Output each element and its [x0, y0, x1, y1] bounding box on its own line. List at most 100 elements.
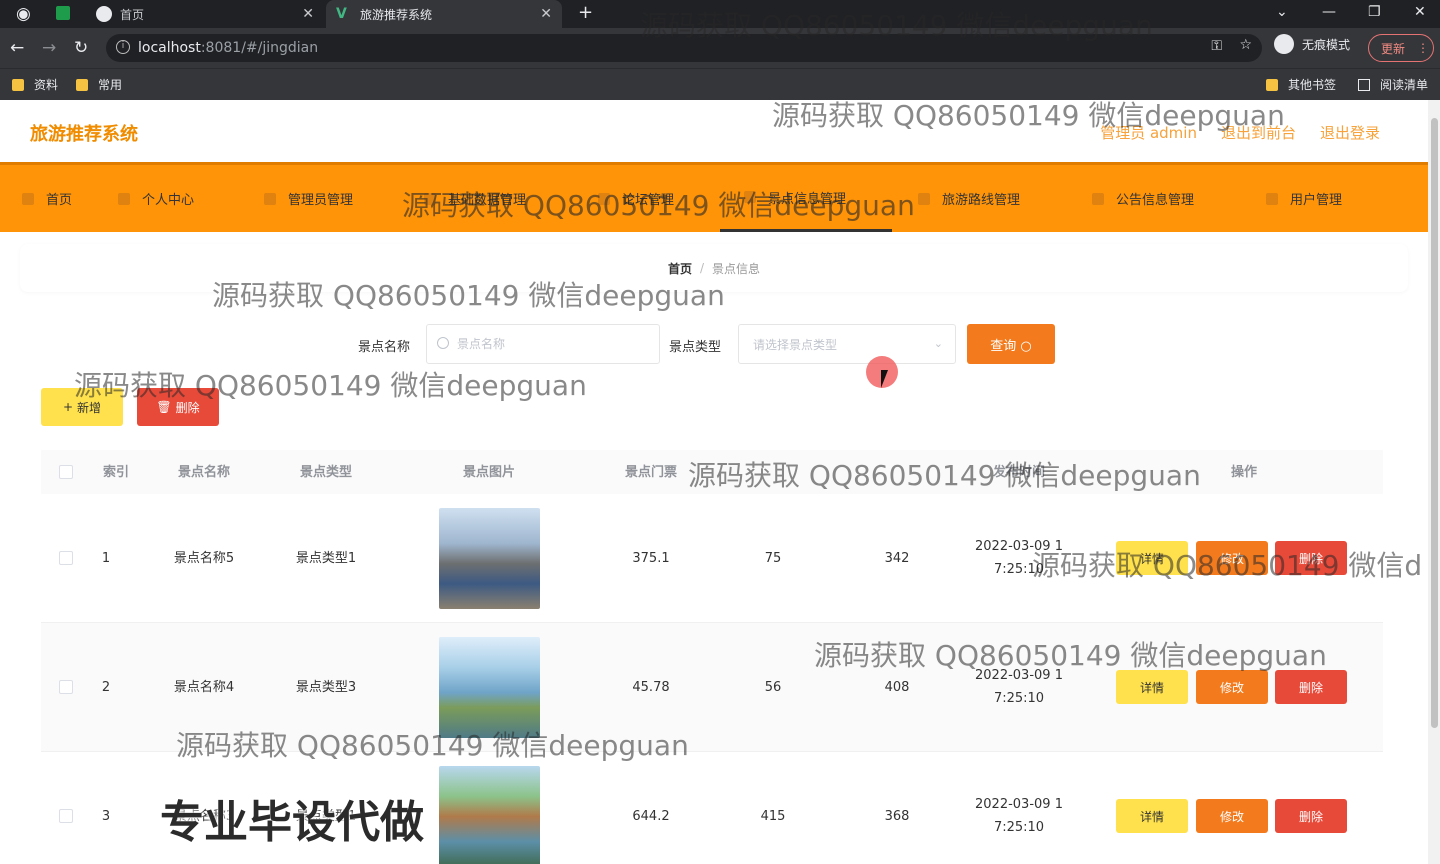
row-checkbox[interactable]	[59, 809, 73, 823]
nav-scenic-info[interactable]: 景点信息管理	[720, 165, 892, 232]
delete-row-button[interactable]: 删除	[1275, 799, 1347, 833]
row-checkbox[interactable]	[59, 551, 73, 565]
reload-icon[interactable]: ↻	[74, 38, 88, 58]
user-icon	[118, 192, 130, 205]
page-scrollbar[interactable]	[1428, 100, 1440, 864]
nav-label: 论坛管理	[622, 193, 675, 208]
bookmark-folder[interactable]: 常用	[76, 76, 122, 93]
delete-row-button[interactable]: 删除	[1275, 670, 1347, 704]
close-tab-icon[interactable]: ✕	[302, 6, 314, 22]
browser-logo-icon: ◉	[16, 4, 31, 24]
app-header: 旅游推荐系统 管理员 admin 退出到前台 退出登录	[0, 100, 1428, 162]
query-button[interactable]: 查询 ○	[967, 324, 1055, 364]
back-icon[interactable]: ←	[10, 38, 24, 58]
header-type: 景点类型	[299, 464, 352, 480]
incognito-icon	[1274, 34, 1294, 54]
row-publish-time: 2022-03-09 1 7:25:10	[959, 623, 1079, 751]
row-index: 2	[101, 679, 111, 695]
main-nav: 首页 个人中心 管理员管理 基础数据管理 论坛管理 景点信息管理 旅游路线管理 …	[0, 162, 1428, 232]
nav-announcements[interactable]: 公告信息管理	[1092, 165, 1194, 232]
edit-button[interactable]: 修改	[1196, 799, 1268, 833]
edit-button[interactable]: 修改	[1196, 541, 1268, 575]
nav-label: 个人中心	[142, 193, 195, 208]
row-ticket: 644.2	[632, 808, 670, 824]
add-button[interactable]: + 新增	[41, 388, 123, 426]
key-icon[interactable]: ⚿	[1211, 38, 1222, 54]
time-text: 7:25:10	[993, 691, 1045, 706]
row-checkbox[interactable]	[59, 680, 73, 694]
tab-search-chevron-icon[interactable]: ⌄	[1276, 4, 1288, 20]
detail-button[interactable]: 详情	[1116, 670, 1188, 704]
reading-list[interactable]: 阅读清单	[1358, 76, 1428, 93]
close-tab-icon[interactable]: ✕	[540, 6, 552, 22]
nav-home[interactable]: 首页	[22, 165, 72, 232]
scenic-photo	[439, 508, 540, 609]
chat-icon	[598, 192, 610, 205]
update-label: 更新	[1381, 41, 1406, 56]
scenic-name-input[interactable]	[426, 324, 660, 364]
globe-icon	[96, 6, 112, 22]
header-links: 管理员 admin 退出到前台 退出登录	[1100, 122, 1380, 143]
scrollbar-thumb[interactable]	[1431, 118, 1438, 728]
new-tab-icon[interactable]: +	[578, 2, 593, 23]
select-all-checkbox[interactable]	[59, 465, 73, 479]
tab-travel-system[interactable]: V 旅游推荐系统 ✕	[326, 0, 562, 28]
date-text: 2022-03-09 1	[975, 539, 1063, 554]
address-bar[interactable]: i localhost:8081/#/jingdian ⚿ ☆	[106, 34, 1262, 62]
nav-admin-management[interactable]: 管理员管理	[264, 165, 353, 232]
row-name: 景点名称4	[173, 679, 235, 695]
edit-button[interactable]: 修改	[1196, 670, 1268, 704]
tab-title: 首页	[120, 7, 145, 22]
detail-button[interactable]: 详情	[1116, 541, 1188, 575]
logout-link[interactable]: 退出登录	[1320, 122, 1380, 143]
database-icon	[424, 192, 436, 205]
route-icon	[918, 192, 930, 205]
more-menu-icon[interactable]: ⋮	[1417, 41, 1429, 55]
delete-row-button[interactable]: 删除	[1275, 541, 1347, 575]
time-text: 7:25:10	[993, 820, 1045, 835]
detail-button[interactable]: 详情	[1116, 799, 1188, 833]
bookmarks-bar: 资料 常用 其他书签 阅读清单	[0, 68, 1440, 100]
star-icon[interactable]: ☆	[1239, 37, 1252, 53]
row-type: 景点类型3	[295, 679, 357, 695]
incognito-profile[interactable]: 无痕模式	[1274, 34, 1350, 54]
nav-label: 用户管理	[1290, 193, 1343, 208]
shield-icon	[264, 192, 276, 205]
maximize-icon[interactable]: ❐	[1368, 4, 1381, 20]
bookmark-folder[interactable]: 资料	[12, 76, 58, 93]
bulk-delete-button[interactable]: 🗑 删除	[137, 388, 219, 426]
folder-icon	[12, 78, 24, 91]
time-text: 7:25:10	[993, 562, 1045, 577]
breadcrumb: 首页 / 景点信息	[20, 244, 1408, 292]
close-window-icon[interactable]: ✕	[1414, 4, 1426, 20]
nav-users[interactable]: 用户管理	[1266, 165, 1342, 232]
row-index: 1	[101, 550, 111, 566]
minimize-icon[interactable]: —	[1322, 4, 1336, 20]
nav-profile[interactable]: 个人中心	[118, 165, 194, 232]
search-icon: ○	[1020, 338, 1032, 354]
nav-routes[interactable]: 旅游路线管理	[918, 165, 1020, 232]
table-row: 1 景点名称5 景点类型1 375.1 75 342 2022-03-09 1 7…	[41, 494, 1383, 623]
app-shortcut-icon[interactable]	[56, 6, 70, 20]
nav-base-data[interactable]: 基础数据管理	[424, 165, 526, 232]
row-col6: 408	[884, 679, 910, 695]
row-publish-time: 2022-03-09 1 7:25:10	[959, 494, 1079, 622]
tab-home[interactable]: 首页 ✕	[88, 0, 324, 28]
other-bookmarks[interactable]: 其他书签	[1266, 76, 1336, 93]
forward-icon[interactable]: →	[42, 38, 56, 58]
update-button[interactable]: 更新 ⋮	[1368, 34, 1434, 62]
delete-label: 删除	[175, 400, 200, 415]
breadcrumb-home[interactable]: 首页	[668, 260, 692, 277]
table-row: 2 景点名称4 景点类型3 45.78 56 408 2022-03-09 1 7…	[41, 623, 1383, 752]
scenic-type-select[interactable]: 请选择景点类型 ⌄	[738, 324, 956, 364]
home-icon	[22, 192, 34, 205]
nav-label: 公告信息管理	[1116, 193, 1195, 208]
type-filter-label: 景点类型	[669, 340, 722, 355]
nav-label: 旅游路线管理	[942, 193, 1021, 208]
exit-to-frontend-link[interactable]: 退出到前台	[1221, 122, 1296, 143]
query-label: 查询	[990, 338, 1017, 354]
nav-forum[interactable]: 论坛管理	[598, 165, 674, 232]
trash-icon: 🗑	[156, 400, 172, 414]
reading-list-icon	[1358, 78, 1370, 91]
site-info-icon[interactable]: i	[116, 40, 130, 54]
